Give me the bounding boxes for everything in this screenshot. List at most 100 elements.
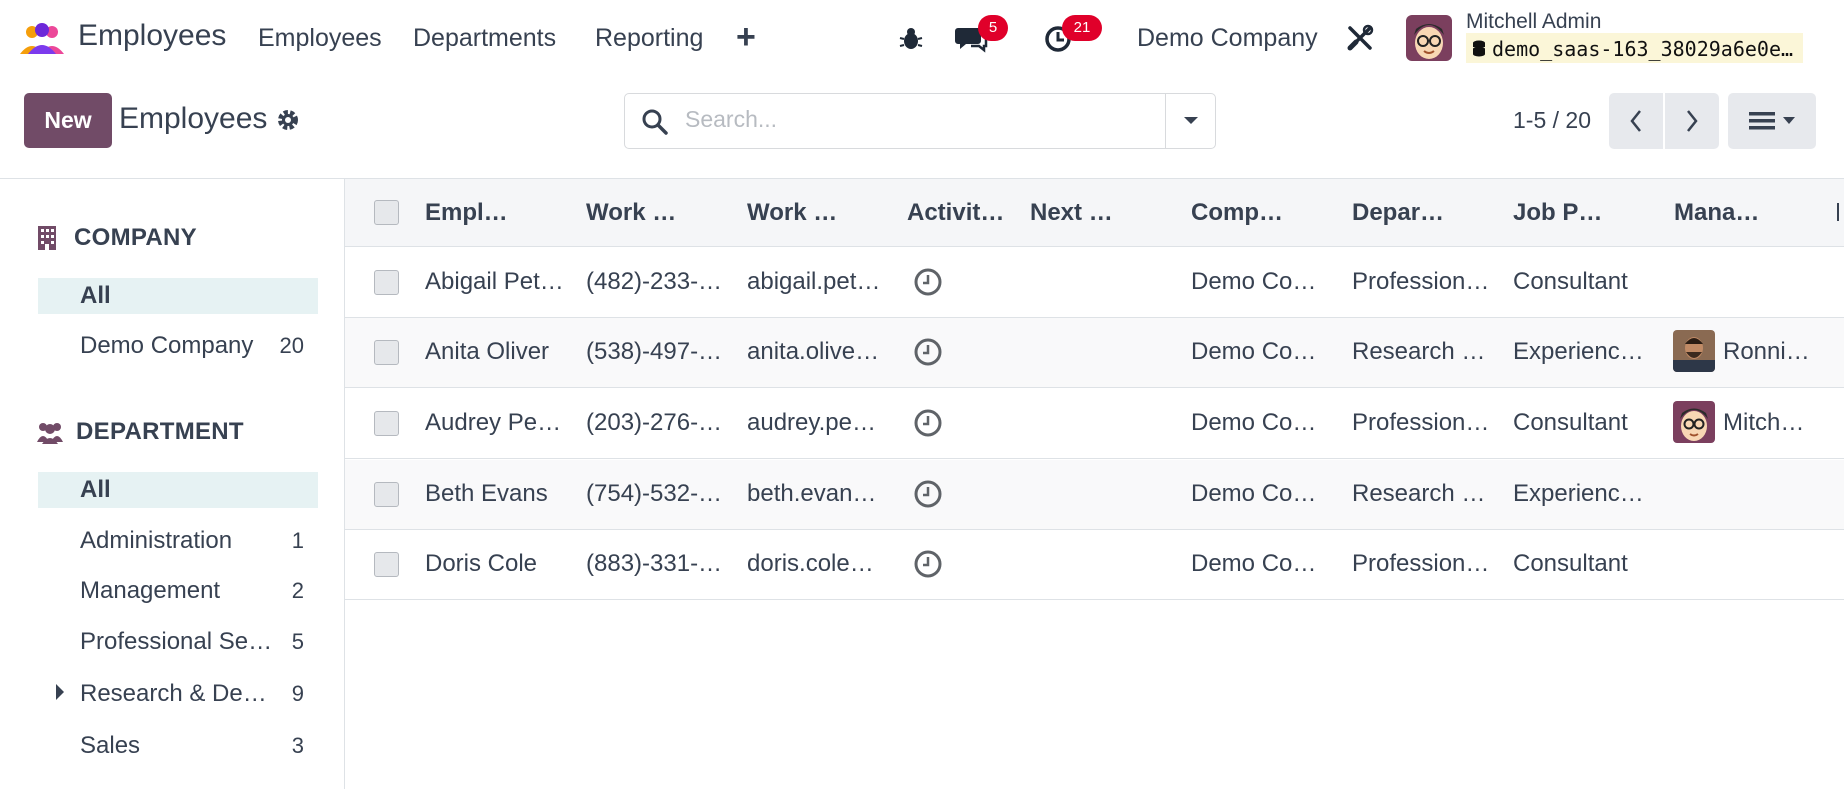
cell-manager: Ronni… bbox=[1723, 338, 1810, 365]
table-row[interactable]: Beth Evans (754)-532-… beth.evan… Demo C… bbox=[345, 460, 1844, 530]
filter-count: 3 bbox=[291, 733, 304, 758]
database-icon bbox=[1473, 40, 1485, 57]
cell-job-position: Consultant bbox=[1513, 409, 1628, 436]
cell-work-phone: (538)-497-… bbox=[586, 338, 723, 365]
filter-department-administration[interactable]: Administration 1 bbox=[38, 523, 318, 559]
search-options-toggle[interactable] bbox=[1165, 94, 1216, 148]
column-next-activity[interactable]: Next … bbox=[1030, 199, 1160, 227]
filter-label: Administration bbox=[80, 527, 233, 554]
company-switcher[interactable]: Demo Company bbox=[1137, 24, 1318, 53]
app-name[interactable]: Employees bbox=[78, 19, 226, 53]
caret-down-icon bbox=[1783, 117, 1795, 124]
filter-department-all[interactable]: All bbox=[38, 472, 318, 508]
activity-clock-icon[interactable] bbox=[913, 267, 943, 297]
employees-app-icon[interactable] bbox=[18, 22, 66, 56]
select-all-checkbox[interactable] bbox=[374, 200, 399, 225]
filter-label: Research & De… bbox=[80, 680, 267, 707]
cell-employee-name: Abigail Pet… bbox=[425, 268, 564, 295]
filter-label: Management bbox=[80, 577, 221, 604]
chevron-left-icon bbox=[1630, 110, 1641, 132]
user-avatar[interactable] bbox=[1406, 15, 1452, 61]
cell-company: Demo Co… bbox=[1191, 268, 1317, 295]
filter-count: 2 bbox=[291, 578, 304, 603]
debug-bug-icon[interactable] bbox=[898, 26, 924, 52]
cell-company: Demo Co… bbox=[1191, 338, 1317, 365]
new-button[interactable]: New bbox=[24, 93, 112, 148]
activities-count-badge: 21 bbox=[1062, 15, 1102, 41]
column-activities[interactable]: Activit… bbox=[907, 199, 1015, 227]
cell-work-email: doris.cole… bbox=[747, 550, 874, 577]
filter-department-management[interactable]: Management 2 bbox=[38, 573, 318, 609]
activity-clock-icon[interactable] bbox=[913, 408, 943, 438]
cell-work-email: anita.olive… bbox=[747, 338, 880, 365]
search-input[interactable] bbox=[685, 106, 1185, 133]
manager-avatar[interactable] bbox=[1673, 330, 1715, 372]
table-row[interactable]: Doris Cole (883)-331-… doris.cole… Demo … bbox=[345, 530, 1844, 600]
filter-company-all[interactable]: All bbox=[38, 278, 318, 314]
column-company[interactable]: Comp… bbox=[1191, 199, 1321, 227]
filter-count: 5 bbox=[291, 629, 304, 654]
cell-work-phone: (883)-331-… bbox=[586, 550, 723, 577]
filter-department-sales[interactable]: Sales 3 bbox=[38, 728, 318, 764]
menu-reporting[interactable]: Reporting bbox=[595, 24, 703, 53]
cell-employee-name: Beth Evans bbox=[425, 480, 548, 507]
list-view-icon bbox=[1749, 112, 1775, 130]
database-name: demo_saas-163_38029a6e0e… bbox=[1466, 33, 1804, 63]
search-icon[interactable] bbox=[641, 108, 669, 136]
view-switcher-button[interactable] bbox=[1728, 93, 1816, 149]
department-filter-header: DEPARTMENT bbox=[36, 418, 244, 446]
activity-clock-icon[interactable] bbox=[913, 337, 943, 367]
cell-job-position: Consultant bbox=[1513, 550, 1628, 577]
table-row[interactable]: Abigail Pet… (482)-233-… abigail.pet… De… bbox=[345, 248, 1844, 318]
user-name[interactable]: Mitchell Admin bbox=[1466, 10, 1601, 34]
filter-count: 20 bbox=[279, 333, 304, 358]
filter-department-professional-services[interactable]: Professional Se… 5 bbox=[38, 624, 318, 660]
messages-count-badge: 5 bbox=[978, 15, 1008, 41]
menu-departments[interactable]: Departments bbox=[413, 24, 556, 53]
menu-employees[interactable]: Employees bbox=[258, 24, 382, 53]
row-checkbox[interactable] bbox=[374, 411, 399, 436]
filter-label: Sales bbox=[80, 732, 141, 759]
pager-value[interactable]: 1-5 / 20 bbox=[1513, 107, 1591, 134]
database-name-text: demo_saas-163_38029a6e0e… bbox=[1492, 37, 1794, 61]
filter-label: Professional Se… bbox=[80, 628, 273, 655]
row-checkbox[interactable] bbox=[374, 552, 399, 577]
cell-job-position: Experienc… bbox=[1513, 338, 1644, 365]
column-employee-name[interactable]: Empl… bbox=[425, 199, 565, 227]
activity-clock-icon[interactable] bbox=[913, 479, 943, 509]
table-row[interactable]: Anita Oliver (538)-497-… anita.olive… De… bbox=[345, 318, 1844, 388]
manager-avatar[interactable] bbox=[1673, 401, 1715, 443]
row-checkbox[interactable] bbox=[374, 270, 399, 295]
cell-department: Profession… bbox=[1352, 550, 1490, 577]
expand-caret-icon[interactable] bbox=[56, 684, 64, 700]
cell-department: Research … bbox=[1352, 338, 1486, 365]
table-header: Empl… Work … Work … Activit… Next … Comp… bbox=[345, 179, 1844, 247]
cell-work-email: beth.evan… bbox=[747, 480, 877, 507]
filter-company-demo-company[interactable]: Demo Company 20 bbox=[38, 328, 318, 364]
column-work-phone[interactable]: Work … bbox=[586, 199, 716, 227]
row-checkbox[interactable] bbox=[374, 482, 399, 507]
cell-employee-name: Doris Cole bbox=[425, 550, 538, 577]
filter-count: 1 bbox=[291, 528, 304, 553]
search-bar bbox=[624, 93, 1216, 149]
filter-department-research-development[interactable]: Research & De… 9 bbox=[38, 676, 318, 712]
add-menu-icon[interactable]: + bbox=[736, 18, 756, 57]
gear-icon[interactable] bbox=[276, 108, 300, 132]
caret-down-icon bbox=[1184, 117, 1198, 124]
column-job-position[interactable]: Job P… bbox=[1513, 199, 1643, 227]
column-department[interactable]: Depar… bbox=[1352, 199, 1482, 227]
page-title: Employees bbox=[119, 102, 268, 135]
activity-clock-icon[interactable] bbox=[913, 549, 943, 579]
settings-tools-icon[interactable] bbox=[1346, 24, 1374, 52]
table-row[interactable]: Audrey Pe… (203)-276-… audrey.pe… Demo C… bbox=[345, 389, 1844, 459]
column-manager[interactable]: Mana… bbox=[1674, 199, 1804, 227]
pager-next-button[interactable] bbox=[1665, 93, 1719, 149]
optional-columns-toggle[interactable] bbox=[1837, 203, 1844, 221]
cell-work-email: abigail.pet… bbox=[747, 268, 881, 295]
pager-previous-button[interactable] bbox=[1609, 93, 1663, 149]
row-checkbox[interactable] bbox=[374, 340, 399, 365]
cell-company: Demo Co… bbox=[1191, 409, 1317, 436]
cell-department: Profession… bbox=[1352, 268, 1490, 295]
column-work-email[interactable]: Work … bbox=[747, 199, 877, 227]
chevron-right-icon bbox=[1687, 110, 1698, 132]
